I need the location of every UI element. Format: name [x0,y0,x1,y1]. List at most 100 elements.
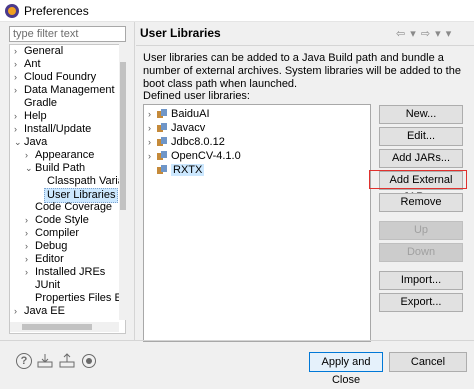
highlight-annotation [369,170,467,189]
edit-button[interactable]: Edit... [379,127,463,146]
collapse-arrow-icon[interactable]: ⌄ [25,162,35,175]
add-jars-button[interactable]: Add JARs... [379,149,463,168]
import-button[interactable]: Import... [379,271,463,290]
user-libraries-list: › BaiduAI › Javacv › Jdbc8.0.12 › OpenCV-4.1… [143,104,371,342]
new-button[interactable]: New... [379,105,463,124]
help-icon[interactable]: ? [16,353,32,369]
tree-item-label: Gradle [24,97,58,109]
expand-arrow-icon[interactable]: › [25,214,35,227]
tree-item-label: Compiler [35,227,80,239]
library-icon [157,123,168,132]
up-button[interactable]: Up [379,221,463,240]
library-label: Jdbc8.0.12 [171,136,225,148]
tree-item-label: Data Management [24,84,115,96]
tree-item-gradle[interactable]: Gradle [14,97,57,110]
expand-arrow-icon[interactable]: › [14,123,24,136]
tree-vertical-scrollbar[interactable] [119,44,127,320]
expand-arrow-icon[interactable]: › [148,136,157,149]
scrollbar-thumb[interactable] [120,62,126,210]
cancel-button[interactable]: Cancel [389,352,467,372]
tree-item-label: Code Coverage [35,201,113,213]
tree-item-code-style[interactable]: › Code Style [25,214,89,227]
tree-item-label: JUnit [35,279,61,291]
remove-button[interactable]: Remove [379,193,463,212]
scrollbar-thumb[interactable] [22,324,92,330]
tree-item-label: Build Path [35,162,86,174]
tree-item-label: Debug [35,240,68,252]
history-navigation[interactable]: ⇦ ▾ ⇨ ▾ ▾ [396,27,452,40]
defined-libraries-label: Defined user libraries: [143,90,250,102]
tree-item-general[interactable]: › General [14,45,63,58]
divider [0,340,474,341]
expand-arrow-icon[interactable]: › [25,227,35,240]
tree-item-installed-jres[interactable]: › Installed JREs [25,266,105,279]
tree-item-install-update[interactable]: › Install/Update [14,123,91,136]
record-icon[interactable] [81,353,97,369]
page-description: User libraries can be added to a Java Bu… [143,52,461,90]
filter-input[interactable] [9,26,126,42]
library-icon [157,109,168,118]
tree-item-appearance[interactable]: › Appearance [25,149,94,162]
expand-arrow-icon[interactable]: › [25,253,35,266]
expand-arrow-icon[interactable]: › [14,58,24,71]
tree-item-build-path[interactable]: ⌄ Build Path [25,162,85,175]
tree-item-editor[interactable]: › Editor [25,253,64,266]
tree-item-java-ee[interactable]: › Java EE [14,305,65,318]
tree-item-java[interactable]: ⌄ Java [14,136,47,149]
tree-item-label: Help [24,110,47,122]
expand-arrow-icon[interactable]: › [148,122,157,135]
tree-item-debug[interactable]: › Debug [25,240,67,253]
expand-arrow-icon[interactable]: › [14,110,24,123]
library-icon [157,165,168,174]
tree-item-label: Java [24,136,48,148]
library-item-rxtx[interactable]: RXTX [148,164,205,177]
tree-item-label: Installed JREs [35,266,106,278]
expand-arrow-icon[interactable]: › [14,305,24,318]
tree-item-label: Appearance [35,149,95,161]
expand-arrow-icon[interactable]: › [25,149,35,162]
collapse-arrow-icon[interactable]: ⌄ [14,136,24,149]
library-item-opencv[interactable]: › OpenCV-4.1.0 [148,150,241,163]
export-preferences-icon[interactable] [59,353,75,369]
page-title: User Libraries [140,26,221,40]
library-item-baiduai[interactable]: › BaiduAI [148,108,210,121]
tree-item-data-management[interactable]: › Data Management [14,84,115,97]
library-label: RXTX [171,164,205,176]
apply-and-close-button[interactable]: Apply and Close [309,352,383,386]
tree-item-label: Properties Files Edi [35,292,126,304]
tree-item-user-libraries[interactable]: User Libraries [37,188,119,203]
expand-arrow-icon[interactable]: › [148,150,157,163]
eclipse-icon [5,4,19,18]
library-icon [157,137,168,146]
library-label: BaiduAI [171,108,210,120]
expand-arrow-icon[interactable]: › [14,71,24,84]
tree-item-help[interactable]: › Help [14,110,47,123]
tree-item-compiler[interactable]: › Compiler [25,227,79,240]
library-item-javacv[interactable]: › Javacv [148,122,205,135]
library-icon [157,151,168,160]
tree-item-code-coverage[interactable]: Code Coverage [25,201,112,214]
export-button[interactable]: Export... [379,293,463,312]
expand-arrow-icon[interactable]: › [25,240,35,253]
tree-horizontal-scrollbar[interactable] [10,322,119,332]
library-item-jdbc[interactable]: › Jdbc8.0.12 [148,136,225,149]
expand-arrow-icon[interactable]: › [25,266,35,279]
expand-arrow-icon[interactable]: › [14,84,24,97]
tree-item-label: Cloud Foundry [24,71,97,83]
tree-item-label: Code Style [35,214,89,226]
tree-item-label: Java EE [24,305,65,317]
tree-item-properties-files-editor[interactable]: Properties Files Edi [25,292,126,305]
down-button[interactable]: Down [379,243,463,262]
library-label: OpenCV-4.1.0 [171,150,241,162]
tree-item-label: Classpath Variab [47,175,126,187]
expand-arrow-icon[interactable]: › [148,108,157,121]
tree-item-classpath-variables[interactable]: Classpath Variab [37,175,126,188]
import-preferences-icon[interactable] [37,353,53,369]
tree-item-label: General [24,45,64,57]
tree-item-cloud-foundry[interactable]: › Cloud Foundry [14,71,96,84]
panel-divider[interactable] [134,22,135,340]
tree-item-label: Editor [35,253,64,265]
tree-item-ant[interactable]: › Ant [14,58,41,71]
tree-item-junit[interactable]: JUnit [25,279,60,292]
expand-arrow-icon[interactable]: › [14,45,24,58]
